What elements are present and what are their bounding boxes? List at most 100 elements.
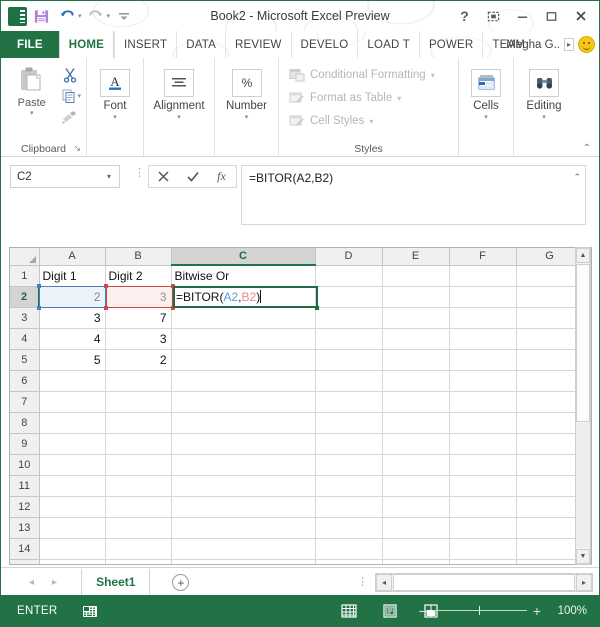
number-button[interactable]: % Number ▾ bbox=[220, 66, 273, 122]
cell-e12[interactable] bbox=[382, 496, 450, 518]
cell-c3[interactable] bbox=[171, 307, 316, 329]
row-header-7[interactable]: 7 bbox=[10, 391, 40, 413]
undo-dropdown-caret-icon[interactable]: ▾ bbox=[78, 12, 82, 20]
cell-styles-caret-icon[interactable]: ▾ bbox=[369, 117, 373, 126]
row-header-6[interactable]: 6 bbox=[10, 370, 40, 392]
cell-f12[interactable] bbox=[449, 496, 517, 518]
scroll-up-button[interactable]: ▲ bbox=[576, 248, 590, 263]
name-box[interactable]: C2 ▾ bbox=[10, 165, 120, 188]
reference-handle-b2-tl[interactable] bbox=[104, 284, 108, 288]
format-as-table-caret-icon[interactable]: ▾ bbox=[397, 94, 401, 103]
cancel-formula-button[interactable] bbox=[149, 166, 178, 187]
cell-a14[interactable] bbox=[39, 538, 106, 560]
vertical-scroll-thumb[interactable] bbox=[576, 264, 590, 422]
format-as-table-button[interactable]: Format as Table ▾ bbox=[288, 87, 401, 109]
cell-c1[interactable]: Bitwise Or bbox=[171, 265, 316, 287]
insert-function-button[interactable]: fx bbox=[207, 166, 236, 187]
user-menu-caret-icon[interactable]: ▸ bbox=[563, 38, 574, 51]
cells-caret-icon[interactable]: ▾ bbox=[484, 114, 488, 122]
scroll-left-button[interactable]: ◂ bbox=[376, 574, 392, 591]
redo-icon[interactable] bbox=[84, 5, 108, 27]
cell-b1[interactable]: Digit 2 bbox=[105, 265, 172, 287]
cell-g11[interactable] bbox=[516, 475, 584, 497]
cell-e13[interactable] bbox=[382, 517, 450, 539]
reference-handle-a2-tl[interactable] bbox=[37, 284, 41, 288]
cell-f4[interactable] bbox=[449, 328, 517, 350]
cell-d8[interactable] bbox=[315, 412, 383, 434]
select-all-corner[interactable] bbox=[10, 248, 40, 266]
tab-developer[interactable]: DEVELO bbox=[290, 31, 358, 58]
cell-d6[interactable] bbox=[315, 370, 383, 392]
cell-e9[interactable] bbox=[382, 433, 450, 455]
add-sheet-button[interactable]: + bbox=[172, 574, 190, 591]
cell-g9[interactable] bbox=[516, 433, 584, 455]
cell-d15[interactable] bbox=[315, 559, 383, 564]
cell-g14[interactable] bbox=[516, 538, 584, 560]
reference-handle-b2-bl[interactable] bbox=[104, 306, 108, 310]
row-header-2[interactable]: 2 bbox=[10, 286, 40, 308]
cell-a12[interactable] bbox=[39, 496, 106, 518]
scroll-down-button[interactable]: ▼ bbox=[576, 549, 590, 564]
cell-f11[interactable] bbox=[449, 475, 517, 497]
cell-b8[interactable] bbox=[105, 412, 172, 434]
cell-a4[interactable]: 4 bbox=[39, 328, 106, 350]
cell-f2[interactable] bbox=[449, 286, 517, 308]
cell-e10[interactable] bbox=[382, 454, 450, 476]
conditional-formatting-caret-icon[interactable]: ▾ bbox=[431, 71, 435, 80]
cell-g6[interactable] bbox=[516, 370, 584, 392]
minimize-button[interactable] bbox=[508, 3, 537, 29]
column-header-g[interactable]: G bbox=[516, 248, 584, 266]
cell-b13[interactable] bbox=[105, 517, 172, 539]
column-header-c[interactable]: C bbox=[171, 248, 316, 266]
font-caret-icon[interactable]: ▾ bbox=[113, 114, 117, 122]
cell-f1[interactable] bbox=[449, 265, 517, 287]
cell-f15[interactable] bbox=[449, 559, 517, 564]
cell-e8[interactable] bbox=[382, 412, 450, 434]
cell-f5[interactable] bbox=[449, 349, 517, 371]
spreadsheet-grid[interactable]: A B C D E F G 1 Digit 1 Digit 2 Bitwise … bbox=[9, 247, 592, 565]
cell-d10[interactable] bbox=[315, 454, 383, 476]
row-header-3[interactable]: 3 bbox=[10, 307, 40, 329]
tab-home[interactable]: HOME bbox=[58, 31, 115, 58]
cell-e1[interactable] bbox=[382, 265, 450, 287]
cell-c15[interactable] bbox=[171, 559, 316, 564]
format-painter-icon[interactable] bbox=[59, 107, 81, 127]
column-header-e[interactable]: E bbox=[382, 248, 450, 266]
cell-g2[interactable] bbox=[516, 286, 584, 308]
cell-g4[interactable] bbox=[516, 328, 584, 350]
collapse-ribbon-icon[interactable]: ⌃ bbox=[583, 141, 591, 156]
cell-c5[interactable] bbox=[171, 349, 316, 371]
cell-e4[interactable] bbox=[382, 328, 450, 350]
cell-a1[interactable]: Digit 1 bbox=[39, 265, 106, 287]
column-header-b[interactable]: B bbox=[105, 248, 172, 266]
editing-caret-icon[interactable]: ▾ bbox=[542, 114, 546, 122]
record-macro-icon[interactable] bbox=[81, 603, 98, 618]
save-icon[interactable] bbox=[29, 5, 53, 27]
clipboard-dialog-launcher-icon[interactable]: ↘ bbox=[73, 141, 81, 156]
tab-data[interactable]: DATA bbox=[176, 31, 225, 58]
row-header-12[interactable]: 12 bbox=[10, 496, 40, 518]
cell-b2[interactable]: 3 bbox=[105, 286, 172, 308]
cut-icon[interactable] bbox=[59, 65, 81, 85]
cell-g10[interactable] bbox=[516, 454, 584, 476]
row-header-11[interactable]: 11 bbox=[10, 475, 40, 497]
copy-caret-icon[interactable]: ▾ bbox=[77, 92, 81, 100]
zoom-in-button[interactable]: + bbox=[533, 604, 541, 618]
tab-load-test[interactable]: LOAD T bbox=[357, 31, 419, 58]
vertical-scrollbar[interactable]: ▲ ▼ bbox=[575, 247, 591, 565]
cell-d12[interactable] bbox=[315, 496, 383, 518]
cell-d3[interactable] bbox=[315, 307, 383, 329]
cell-e14[interactable] bbox=[382, 538, 450, 560]
cell-d9[interactable] bbox=[315, 433, 383, 455]
cell-g5[interactable] bbox=[516, 349, 584, 371]
row-header-4[interactable]: 4 bbox=[10, 328, 40, 350]
cell-a5[interactable]: 5 bbox=[39, 349, 106, 371]
customize-qat-icon[interactable] bbox=[112, 5, 136, 27]
cell-a10[interactable] bbox=[39, 454, 106, 476]
reference-handle-b2-tr[interactable] bbox=[171, 284, 175, 288]
cell-c8[interactable] bbox=[171, 412, 316, 434]
zoom-level-label[interactable]: 100% bbox=[558, 605, 587, 617]
formula-input[interactable]: =BITOR(A2,B2) ⌃ bbox=[241, 165, 586, 225]
cell-b4[interactable]: 3 bbox=[105, 328, 172, 350]
zoom-out-button[interactable]: − bbox=[419, 604, 427, 618]
